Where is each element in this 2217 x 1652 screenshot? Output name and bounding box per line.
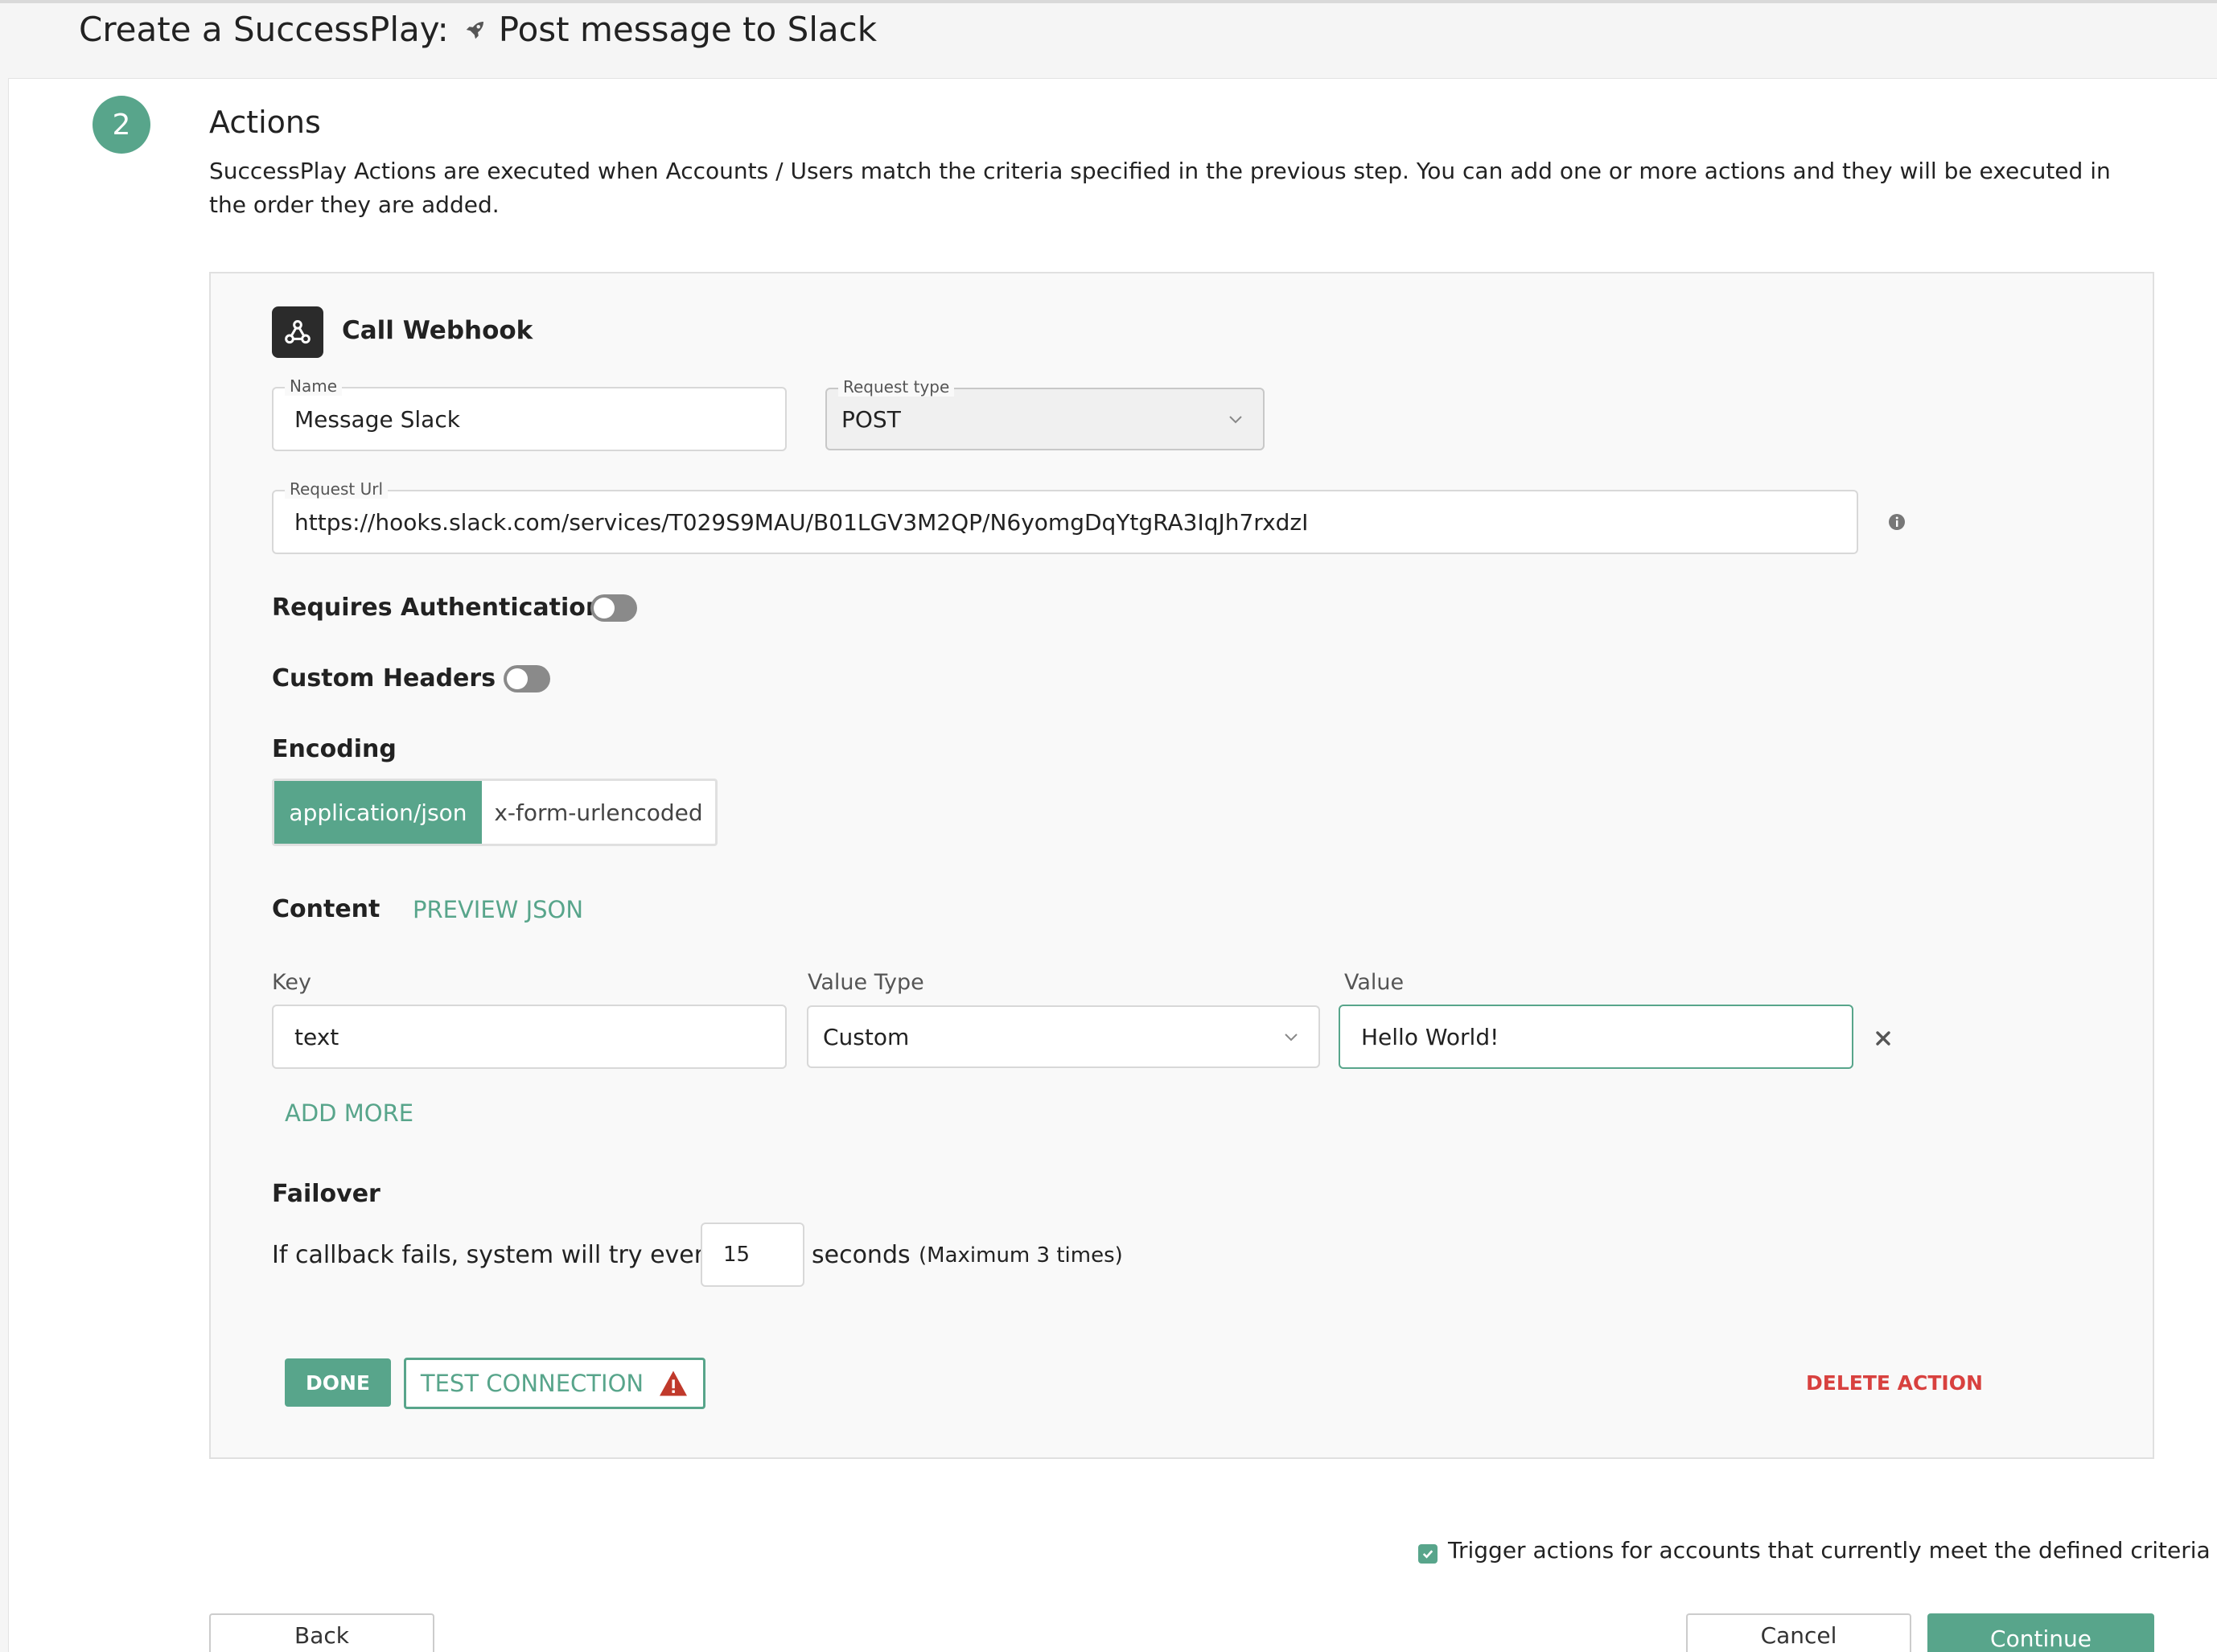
trigger-checkbox[interactable] <box>1418 1544 1438 1564</box>
webhook-icon <box>272 306 323 358</box>
trigger-label: Trigger actions for accounts that curren… <box>1448 1537 2211 1564</box>
failover-seconds-value: 15 <box>723 1243 751 1267</box>
encoding-x-form-urlencoded[interactable]: x-form-urlencoded <box>482 781 715 844</box>
encoding-toggle-group: application/json x-form-urlencoded <box>272 779 718 846</box>
step-number-badge: 2 <box>93 96 150 154</box>
value-type-value: Custom <box>823 1023 910 1050</box>
chevron-down-icon <box>1285 1034 1298 1042</box>
failover-note: (Maximum 3 times) <box>919 1243 1123 1268</box>
section-description: SuccessPlay Actions are executed when Ac… <box>209 158 2111 218</box>
request-type-value: POST <box>841 405 901 433</box>
request-url-value: https://hooks.slack.com/services/T029S9M… <box>294 508 1309 536</box>
requires-auth-label: Requires Authentication <box>272 594 603 622</box>
custom-headers-label: Custom Headers <box>272 664 496 692</box>
name-input-value: Message Slack <box>294 405 460 433</box>
check-icon <box>1422 1550 1433 1559</box>
toggle-knob <box>594 598 615 618</box>
test-connection-button[interactable]: TEST CONNECTION <box>404 1358 705 1409</box>
warning-icon <box>660 1371 688 1396</box>
action-title: Call Webhook <box>342 316 533 345</box>
name-label: Name <box>285 376 343 396</box>
value-type-column-label: Value Type <box>808 970 924 995</box>
name-input[interactable]: Message Slack <box>272 387 787 451</box>
failover-suffix-text: seconds <box>812 1241 911 1269</box>
info-icon[interactable] <box>1887 512 1906 532</box>
cancel-button[interactable]: Cancel <box>1686 1613 1911 1652</box>
failover-seconds-input[interactable]: 15 <box>701 1223 804 1287</box>
value-type-select[interactable]: Custom <box>807 1005 1320 1068</box>
request-type-label: Request type <box>838 377 955 397</box>
failover-prefix-text: If callback fails, system will try every <box>272 1241 718 1269</box>
key-column-label: Key <box>272 970 311 995</box>
value-input[interactable]: Hello World! <box>1339 1005 1853 1069</box>
chevron-down-icon <box>1229 416 1242 424</box>
delete-action-link[interactable]: DELETE ACTION <box>1806 1371 1983 1395</box>
page-title-name: Post message to Slack <box>498 10 878 49</box>
rocket-icon <box>463 18 487 42</box>
key-input[interactable]: text <box>272 1005 787 1069</box>
key-input-value: text <box>294 1023 339 1050</box>
test-connection-label: TEST CONNECTION <box>420 1370 644 1397</box>
request-type-select[interactable]: POST <box>825 388 1265 450</box>
back-button[interactable]: Back <box>209 1613 434 1652</box>
value-column-label: Value <box>1344 970 1405 995</box>
failover-label: Failover <box>272 1180 380 1208</box>
section-title: Actions <box>209 105 321 140</box>
done-button[interactable]: DONE <box>285 1358 391 1407</box>
request-url-label: Request Url <box>285 479 389 499</box>
value-input-value: Hello World! <box>1361 1023 1499 1050</box>
continue-button[interactable]: Continue <box>1927 1613 2154 1652</box>
close-icon[interactable] <box>1874 1029 1893 1048</box>
preview-json-link[interactable]: PREVIEW JSON <box>413 896 583 923</box>
page-title: Create a SuccessPlay: Post message to Sl… <box>79 10 877 49</box>
toggle-knob <box>507 668 528 689</box>
custom-headers-toggle[interactable] <box>504 665 550 692</box>
encoding-application-json[interactable]: application/json <box>274 781 482 844</box>
add-more-link[interactable]: ADD MORE <box>285 1099 413 1127</box>
content-label: Content <box>272 895 380 923</box>
request-url-input[interactable]: https://hooks.slack.com/services/T029S9M… <box>272 490 1858 554</box>
requires-auth-toggle[interactable] <box>590 594 637 622</box>
page-title-prefix: Create a SuccessPlay: <box>79 10 449 49</box>
encoding-label: Encoding <box>272 735 397 763</box>
top-border <box>0 0 2217 3</box>
